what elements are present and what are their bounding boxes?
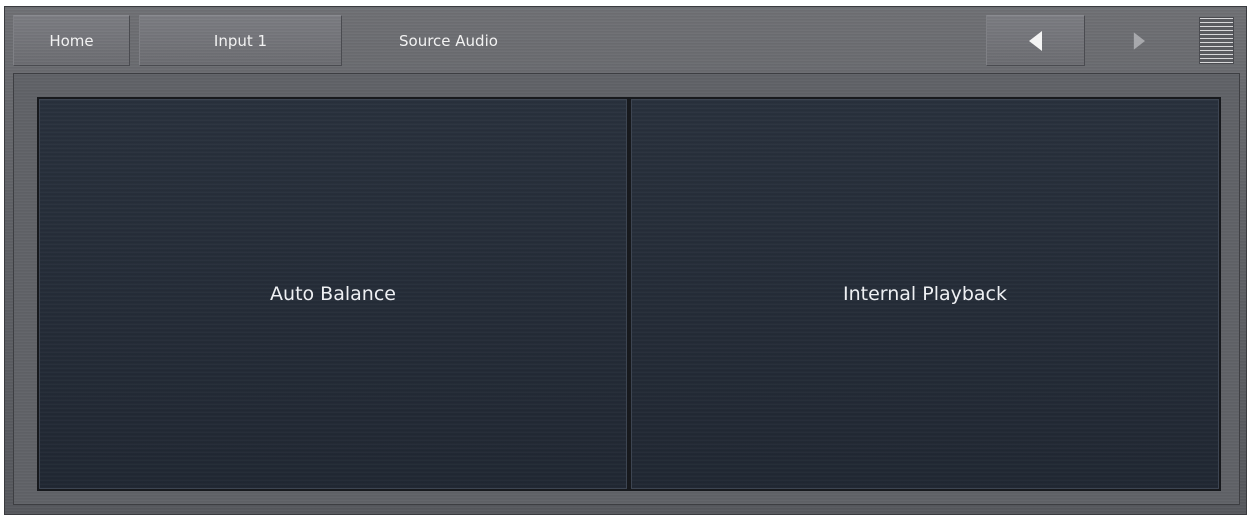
app-frame: Home Input 1 Source Audio Auto Balance I… — [4, 6, 1247, 515]
auto-balance-label: Auto Balance — [270, 283, 396, 305]
triangle-left-icon — [1028, 30, 1042, 51]
home-button[interactable]: Home — [13, 15, 130, 66]
top-bar: Home Input 1 Source Audio — [5, 7, 1246, 71]
triangle-right-icon — [1133, 31, 1145, 50]
home-button-label: Home — [49, 31, 94, 50]
input-button[interactable]: Input 1 — [139, 15, 342, 66]
internal-playback-label: Internal Playback — [842, 283, 1008, 305]
menu-lines-icon[interactable] — [1199, 17, 1234, 64]
internal-playback-button[interactable]: Internal Playback — [629, 97, 1221, 491]
main-panel: Auto Balance Internal Playback — [13, 73, 1240, 505]
back-button[interactable] — [986, 15, 1085, 66]
page-title: Source Audio — [399, 31, 498, 50]
input-button-label: Input 1 — [213, 31, 268, 50]
auto-balance-button[interactable]: Auto Balance — [37, 97, 629, 491]
forward-button[interactable] — [1133, 15, 1145, 66]
